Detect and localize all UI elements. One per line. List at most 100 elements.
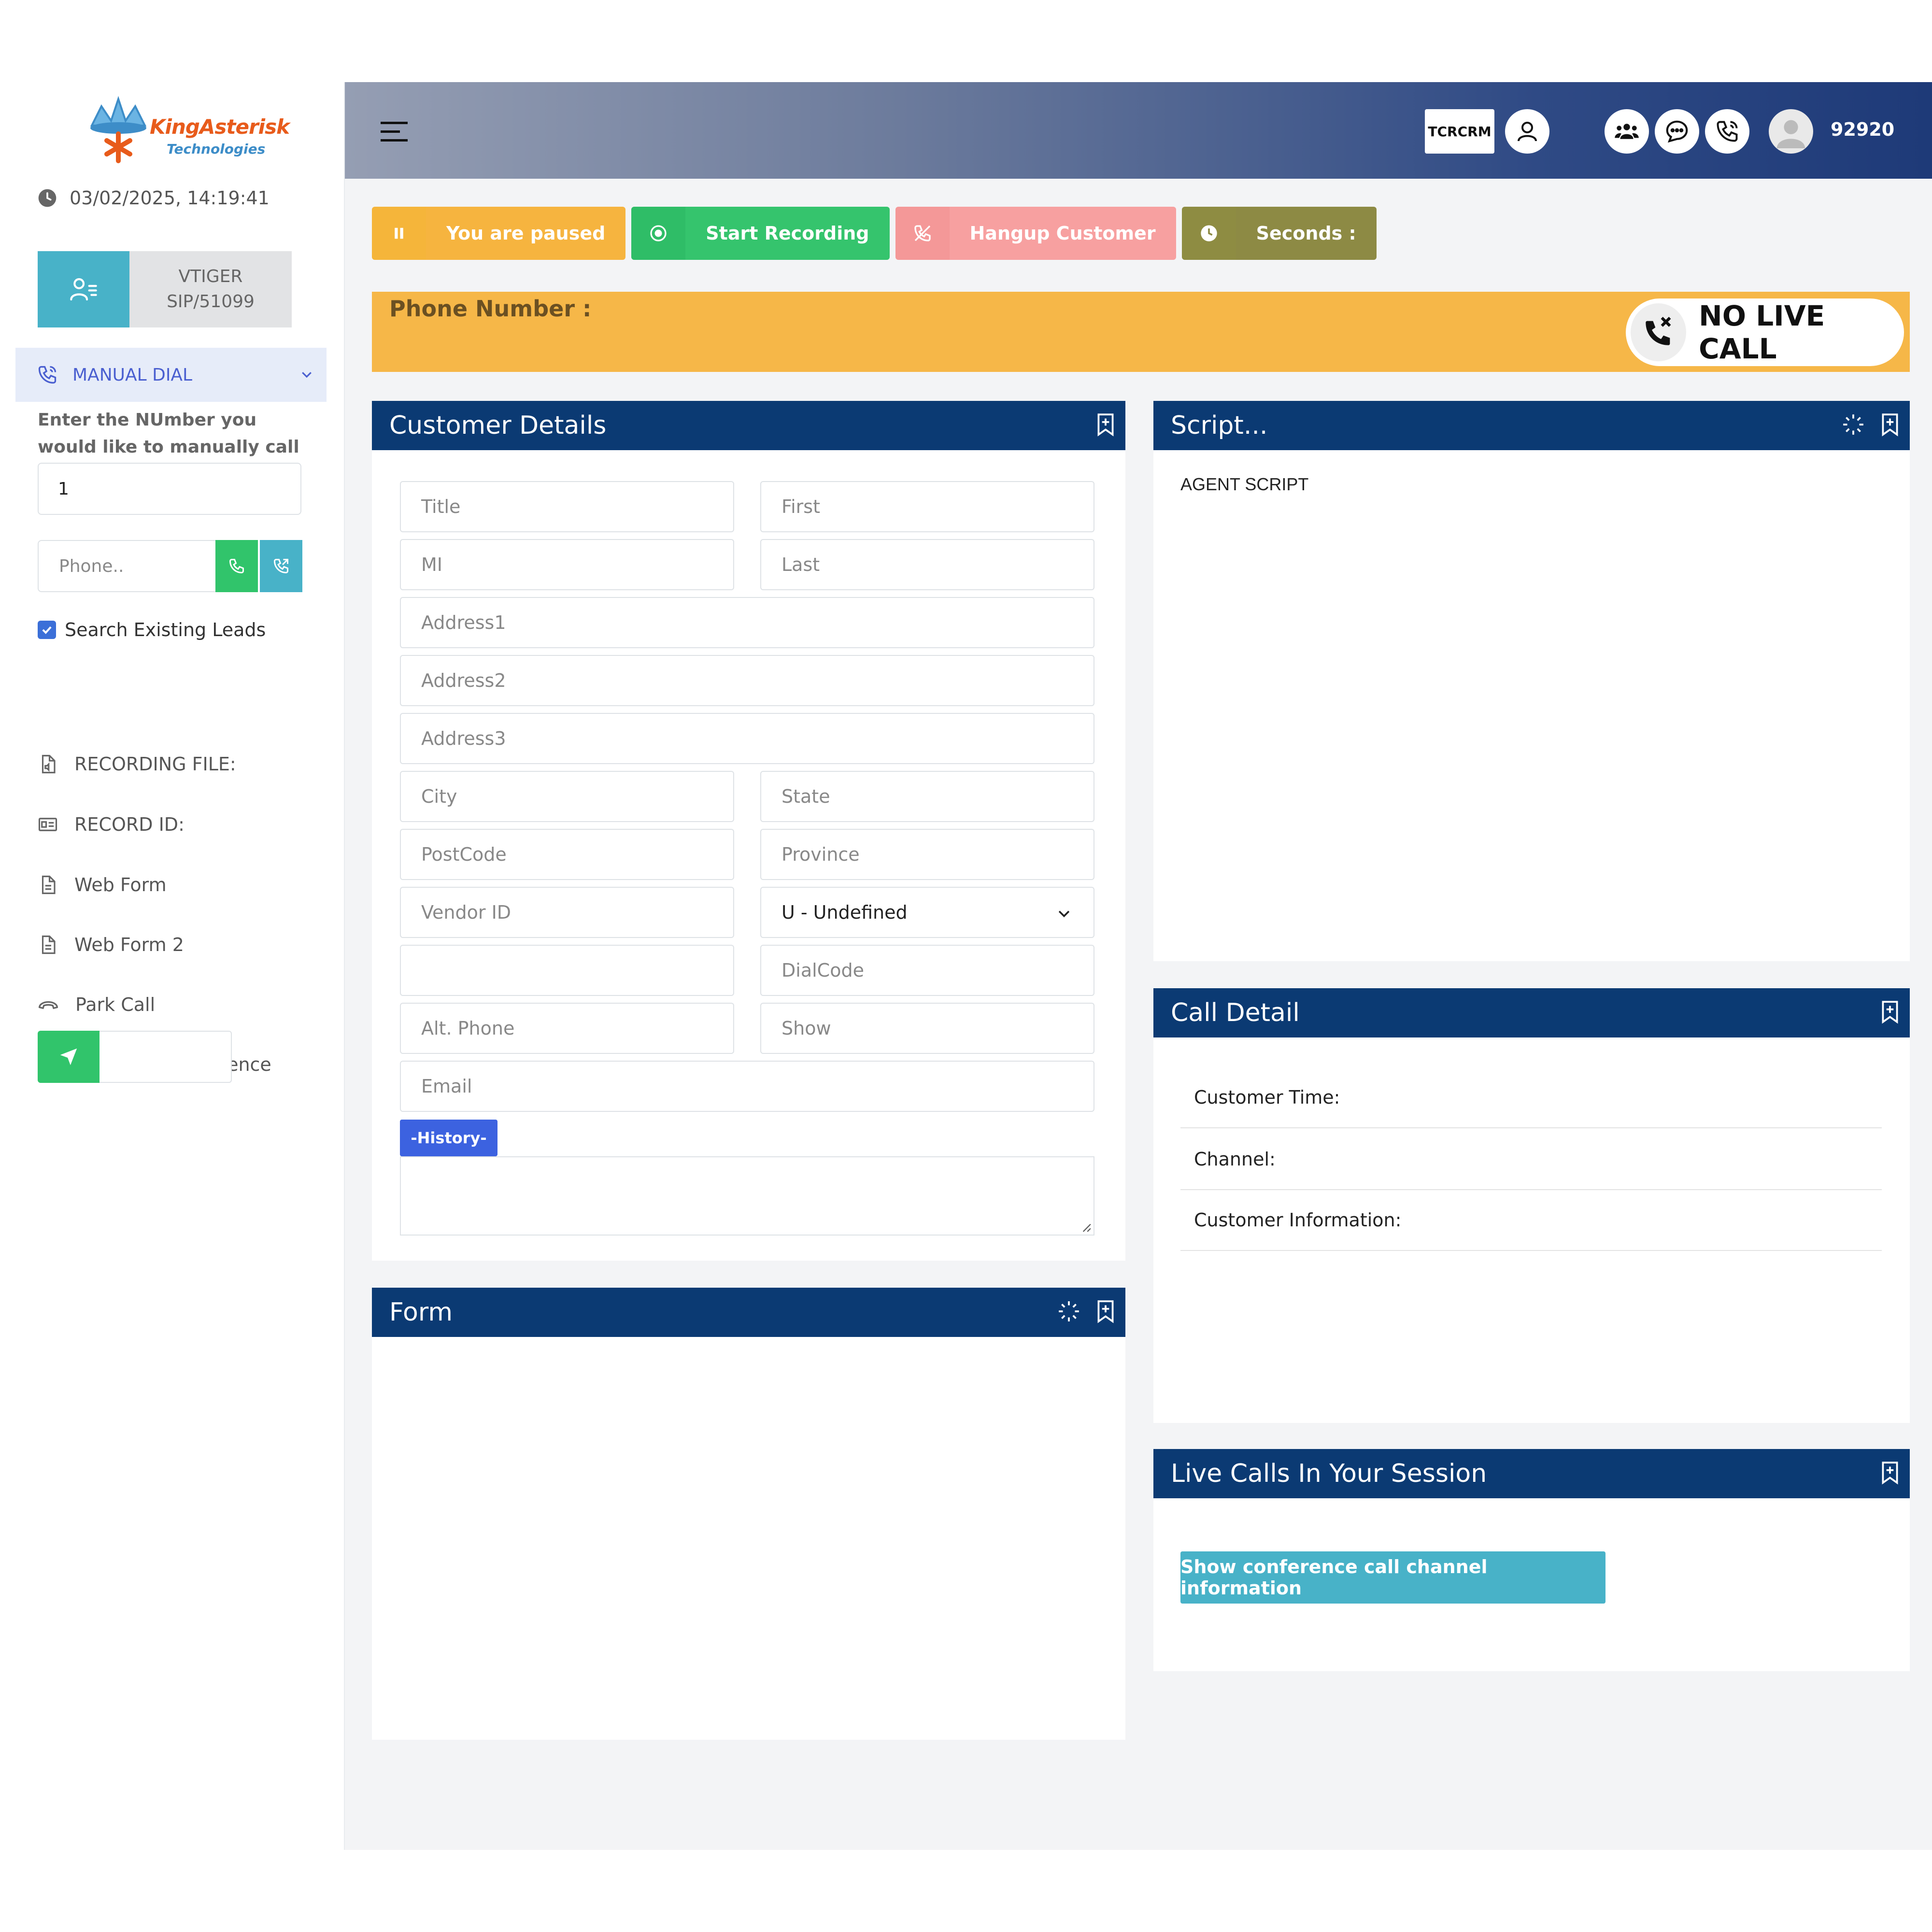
bookmark-plus-icon[interactable] (1878, 1461, 1902, 1485)
customer-time-row: Customer Time: (1180, 1067, 1882, 1128)
current-datetime: 03/02/2025, 14:19:41 (38, 187, 270, 209)
alt-phone-field[interactable]: Alt. Phone (400, 1003, 734, 1054)
resize-handle-icon[interactable] (1079, 1220, 1092, 1233)
title-field[interactable]: Title (400, 481, 734, 532)
record-icon (650, 225, 667, 242)
phone-outgoing-icon (229, 559, 244, 574)
call-log-button[interactable] (1705, 109, 1749, 154)
history-button[interactable]: -History- (400, 1120, 497, 1156)
menu-toggle-button[interactable] (381, 121, 410, 145)
send-input[interactable] (99, 1031, 232, 1083)
logo-brand-text: KingAsterisk (150, 115, 290, 139)
address3-field[interactable]: Address3 (400, 713, 1094, 764)
sidebar-item-label: Web Form 2 (74, 934, 184, 955)
script-panel-header: Script... (1153, 401, 1910, 450)
top-header: TCRCRM 92920 (345, 82, 1932, 179)
app-root: KingAsterisk Technologies 03/02/2025, 14… (0, 82, 1932, 1850)
customer-details-panel: Customer Details Title First MI Last Add… (372, 401, 1125, 1261)
customer-information-row: Customer Information: (1180, 1190, 1882, 1251)
dial-alt-call-button[interactable] (260, 540, 302, 592)
address1-field[interactable]: Address1 (400, 597, 1094, 648)
agent-number: 92920 (1831, 119, 1895, 140)
loading-spinner-icon[interactable] (1841, 412, 1865, 437)
sidebar-item-recording-file[interactable]: RECORDING FILE: (38, 753, 236, 775)
audio-file-icon (42, 754, 56, 774)
pause-status-button[interactable]: You are paused (372, 207, 626, 260)
sidebar-item-label: Park Call (75, 994, 156, 1015)
company-logo: KingAsterisk Technologies (87, 92, 290, 164)
chevron-down-icon (302, 372, 312, 378)
agent-card: VTIGER SIP/51099 (38, 251, 292, 327)
vendor-id-field[interactable]: Vendor ID (400, 887, 734, 938)
phone-number-label: Phone Number : (389, 296, 592, 322)
sidebar-item-web-form-2[interactable]: Web Form 2 (38, 934, 184, 955)
manual-dial-toggle[interactable]: MANUAL DIAL (15, 348, 327, 402)
phone-missed-icon (1645, 316, 1671, 345)
show-field[interactable]: Show (760, 1003, 1094, 1054)
sidebar-item-record-id[interactable]: RECORD ID: (38, 814, 185, 835)
search-existing-leads[interactable]: Search Existing Leads (38, 619, 266, 640)
phone-input[interactable]: Phone.. (38, 540, 215, 592)
phone-forward-icon (273, 559, 288, 574)
phone-dial-icon (38, 366, 57, 384)
call-detail-title: Call Detail (1171, 998, 1300, 1027)
sidebar-item-label: Web Form (74, 874, 167, 895)
bookmark-plus-icon[interactable] (1878, 1000, 1902, 1024)
show-conference-info-button[interactable]: Show conference call channel information (1180, 1551, 1605, 1604)
bookmark-plus-icon[interactable] (1094, 412, 1118, 437)
live-calls-title: Live Calls In Your Session (1171, 1459, 1487, 1488)
main-area: TCRCRM 92920 You are paused Start Record… (345, 82, 1932, 1850)
gender-select-value: U - Undefined (781, 902, 908, 923)
phone-dial-row: Phone.. (38, 540, 302, 592)
call-detail-panel: Call Detail Customer Time: Channel: Cust… (1153, 988, 1910, 1423)
search-leads-checkbox[interactable] (38, 621, 56, 639)
phone-number-banner: Phone Number : NO LIVE CALL (372, 292, 1910, 372)
sidebar-item-label: RECORDING FILE: (74, 753, 236, 775)
script-panel: Script... AGENT SCRIPT (1153, 401, 1910, 961)
avatar[interactable] (1769, 109, 1813, 154)
send-button[interactable] (38, 1031, 99, 1083)
middle-initial-field[interactable]: MI (400, 539, 734, 590)
check-icon (42, 626, 52, 634)
bookmark-plus-icon[interactable] (1878, 412, 1902, 437)
form-panel-header: Form (372, 1288, 1125, 1337)
last-name-field[interactable]: Last (760, 539, 1094, 590)
history-textarea[interactable] (400, 1156, 1094, 1236)
first-name-field[interactable]: First (760, 481, 1094, 532)
agent-info: VTIGER SIP/51099 (129, 251, 292, 327)
sidebar-item-park-call[interactable]: Park Call (38, 994, 155, 1015)
agent-script-text: AGENT SCRIPT (1180, 474, 1309, 494)
group-button[interactable] (1605, 109, 1649, 154)
manual-number-input[interactable]: 1 (38, 463, 301, 515)
customer-details-title: Customer Details (389, 411, 607, 440)
call-detail-header: Call Detail (1153, 988, 1910, 1037)
clock-icon (38, 189, 57, 207)
bookmark-plus-icon[interactable] (1094, 1299, 1118, 1323)
state-field[interactable]: State (760, 771, 1094, 822)
hangup-customer-button[interactable]: Hangup Customer (895, 207, 1176, 260)
gender-select[interactable]: U - Undefined (760, 887, 1094, 938)
postcode-field[interactable]: PostCode (400, 829, 734, 880)
crm-button[interactable]: TCRCRM (1425, 109, 1494, 154)
chat-button[interactable] (1655, 109, 1699, 154)
hangup-customer-label: Hangup Customer (949, 207, 1176, 260)
start-recording-button[interactable]: Start Recording (631, 207, 890, 260)
manual-dial-instructions: Enter the NUmber you would like to manua… (38, 410, 299, 457)
search-leads-label: Search Existing Leads (65, 619, 266, 640)
user-profile-button[interactable] (1505, 109, 1549, 154)
dialcode-field[interactable]: DialCode (760, 945, 1094, 996)
phone-number-field[interactable] (400, 945, 734, 996)
send-row (38, 1031, 232, 1083)
address2-field[interactable]: Address2 (400, 655, 1094, 706)
email-field[interactable]: Email (400, 1061, 1094, 1112)
province-field[interactable]: Province (760, 829, 1094, 880)
phone-ring-icon (1717, 121, 1738, 142)
send-icon (60, 1048, 77, 1065)
sidebar: KingAsterisk Technologies 03/02/2025, 14… (0, 82, 345, 1850)
dial-call-button[interactable] (215, 540, 258, 592)
sidebar-item-web-form[interactable]: Web Form (38, 874, 167, 895)
id-card-icon (38, 818, 57, 831)
loading-spinner-icon[interactable] (1057, 1299, 1081, 1323)
sidebar-item-label: RECORD ID: (74, 814, 185, 835)
city-field[interactable]: City (400, 771, 734, 822)
